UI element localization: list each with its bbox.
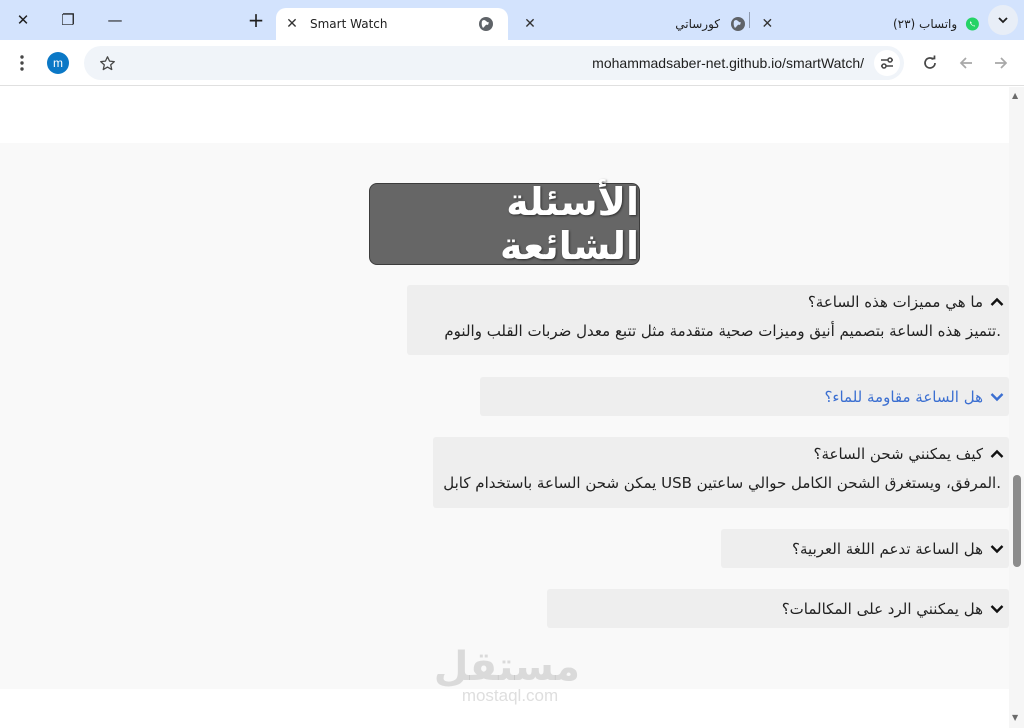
chevron-down-icon (989, 389, 1005, 405)
arrow-left-icon (995, 57, 1008, 69)
url-text: mohammadsaber-net.github.io/smartWatch/ (592, 55, 864, 71)
scroll-up-icon[interactable]: ▲ (1012, 91, 1018, 100)
new-tab-button[interactable]: + (244, 8, 268, 32)
close-icon: ✕ (16, 11, 30, 29)
faq-answer: .المرفق، ويستغرق الشحن الكامل حوالي ساعت… (443, 474, 1001, 492)
tab-close-icon[interactable]: ✕ (760, 16, 775, 32)
watermark: مستقل mostaql.com (433, 644, 580, 705)
faq-item[interactable]: ما هي مميزات هذه الساعة؟ .تتميز هذه السا… (407, 285, 1009, 355)
tab-kursati[interactable]: ✕ كورساتي (518, 8, 746, 40)
faq-item[interactable]: هل الساعة تدعم اللغة العربية؟ (721, 529, 1009, 568)
arrow-right-icon (959, 57, 972, 69)
vertical-scrollbar[interactable]: ▲ ▼ (1009, 87, 1024, 728)
faq-question[interactable]: هل يمكنني الرد على المكالمات؟ (547, 589, 1009, 628)
chevron-down-icon (989, 601, 1005, 617)
menu-button[interactable] (7, 48, 37, 78)
faq-item[interactable]: كيف يمكنني شحن الساعة؟ .المرفق، ويستغرق … (433, 437, 1009, 508)
reload-icon (924, 55, 936, 69)
globe-icon (731, 17, 745, 31)
site-settings-button[interactable] (874, 50, 900, 76)
minimize-icon: — (107, 11, 123, 29)
tab-separator (749, 12, 750, 28)
globe-icon (479, 17, 493, 31)
faq-item[interactable]: هل يمكنني الرد على المكالمات؟ (547, 589, 1009, 628)
reload-button[interactable] (915, 48, 945, 78)
window-minimize-button[interactable]: — (92, 0, 138, 40)
chevron-down-icon (989, 541, 1005, 557)
scroll-down-icon[interactable]: ▼ (1012, 713, 1018, 722)
tab-close-icon[interactable]: ✕ (522, 16, 538, 32)
forward-button[interactable] (951, 48, 981, 78)
scrollbar-thumb[interactable] (1013, 475, 1021, 567)
kebab-menu-icon (20, 55, 24, 71)
back-button[interactable] (986, 48, 1016, 78)
tab-whatsapp[interactable]: ✕ (٢٣) واتساب (756, 8, 980, 40)
chevron-up-icon (989, 294, 1005, 310)
profile-avatar[interactable]: m (47, 52, 69, 74)
address-bar[interactable]: mohammadsaber-net.github.io/smartWatch/ (84, 46, 904, 80)
restore-icon: ❐ (61, 11, 75, 29)
tab-title: كورساتي (675, 17, 720, 31)
whatsapp-icon (966, 17, 980, 31)
window-close-button[interactable]: ✕ (0, 0, 46, 40)
tab-search-button[interactable] (988, 5, 1018, 35)
browser-toolbar: m mohammadsaber-net.github.io/smartWatch… (0, 40, 1024, 86)
faq-title: الأسئلة الشائعة (500, 180, 639, 268)
chevron-down-icon (998, 17, 1008, 24)
faq-heading-box: الأسئلة الشائعة (369, 180, 640, 268)
page-viewport: الأسئلة الشائعة ما هي مميزات هذه الساعة؟… (0, 87, 1024, 728)
chevron-up-icon (989, 446, 1005, 462)
faq-section: الأسئلة الشائعة ما هي مميزات هذه الساعة؟… (0, 143, 1009, 689)
tab-strip: ✕ ❐ — + ✕ Smart Watch ✕ كورساتي ✕ (٢٣) و… (0, 0, 1024, 40)
bookmark-star-button[interactable] (96, 52, 118, 74)
faq-question[interactable]: هل الساعة مقاومة للماء؟ (480, 377, 1009, 416)
faq-question[interactable]: هل الساعة تدعم اللغة العربية؟ (721, 529, 1009, 568)
tab-title: (٢٣) واتساب (892, 17, 958, 31)
faq-answer: .تتميز هذه الساعة بتصميم أنيق وميزات صحي… (444, 322, 1001, 340)
faq-question[interactable]: ما هي مميزات هذه الساعة؟ (407, 285, 1009, 316)
plus-icon: + (247, 8, 265, 32)
faq-item[interactable]: هل الساعة مقاومة للماء؟ (480, 377, 1009, 416)
window-restore-button[interactable]: ❐ (45, 0, 91, 40)
tab-close-icon[interactable]: ✕ (284, 16, 300, 32)
tune-icon (881, 57, 893, 69)
tab-smart-watch[interactable]: ✕ Smart Watch (276, 8, 508, 40)
tab-title: Smart Watch (310, 17, 388, 31)
faq-question[interactable]: كيف يمكنني شحن الساعة؟ (433, 437, 1009, 468)
star-icon (99, 55, 115, 70)
